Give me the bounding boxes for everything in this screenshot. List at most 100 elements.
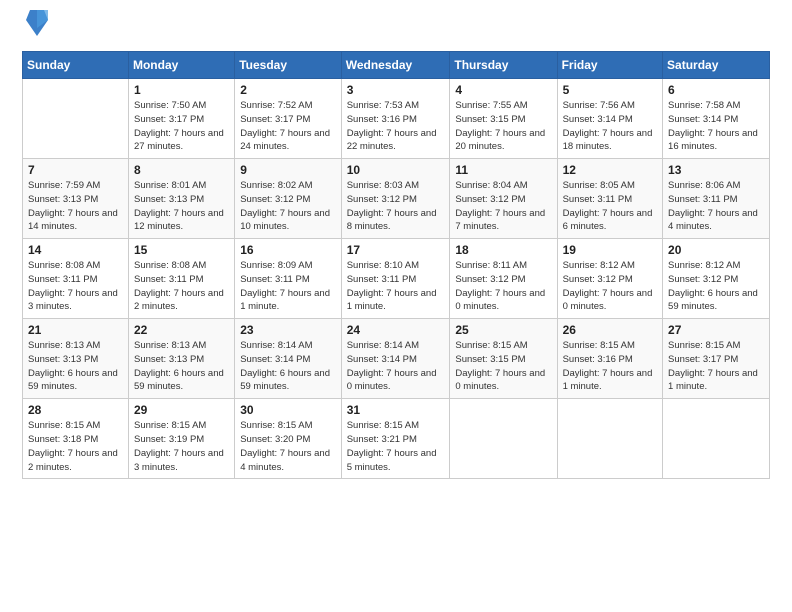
day-number: 8 bbox=[134, 163, 229, 177]
day-cell bbox=[450, 399, 557, 479]
day-number: 29 bbox=[134, 403, 229, 417]
day-number: 10 bbox=[347, 163, 445, 177]
day-number: 22 bbox=[134, 323, 229, 337]
day-cell: 6 Sunrise: 7:58 AM Sunset: 3:14 PM Daylig… bbox=[663, 79, 770, 159]
day-cell: 11 Sunrise: 8:04 AM Sunset: 3:12 PM Dayli… bbox=[450, 159, 557, 239]
day-info: Sunrise: 8:06 AM Sunset: 3:11 PM Dayligh… bbox=[668, 179, 764, 234]
day-number: 6 bbox=[668, 83, 764, 97]
day-info: Sunrise: 7:56 AM Sunset: 3:14 PM Dayligh… bbox=[563, 99, 657, 154]
day-info: Sunrise: 8:14 AM Sunset: 3:14 PM Dayligh… bbox=[240, 339, 336, 394]
day-info: Sunrise: 8:05 AM Sunset: 3:11 PM Dayligh… bbox=[563, 179, 657, 234]
day-number: 7 bbox=[28, 163, 123, 177]
day-info: Sunrise: 7:53 AM Sunset: 3:16 PM Dayligh… bbox=[347, 99, 445, 154]
day-cell bbox=[663, 399, 770, 479]
week-row-3: 14 Sunrise: 8:08 AM Sunset: 3:11 PM Dayli… bbox=[23, 239, 770, 319]
day-number: 20 bbox=[668, 243, 764, 257]
day-cell: 28Sunrise: 8:15 AM Sunset: 3:18 PM Dayli… bbox=[23, 399, 129, 479]
day-number: 5 bbox=[563, 83, 657, 97]
day-number: 30 bbox=[240, 403, 336, 417]
day-number: 2 bbox=[240, 83, 336, 97]
header-monday: Monday bbox=[128, 52, 234, 79]
day-cell: 25Sunrise: 8:15 AM Sunset: 3:15 PM Dayli… bbox=[450, 319, 557, 399]
header bbox=[22, 18, 770, 41]
day-info: Sunrise: 8:15 AM Sunset: 3:17 PM Dayligh… bbox=[668, 339, 764, 394]
day-info: Sunrise: 7:55 AM Sunset: 3:15 PM Dayligh… bbox=[455, 99, 551, 154]
day-number: 4 bbox=[455, 83, 551, 97]
day-cell: 23 Sunrise: 8:14 AM Sunset: 3:14 PM Dayli… bbox=[235, 319, 342, 399]
page: SundayMondayTuesdayWednesdayThursdayFrid… bbox=[0, 0, 792, 612]
day-cell: 19Sunrise: 8:12 AM Sunset: 3:12 PM Dayli… bbox=[557, 239, 662, 319]
day-info: Sunrise: 8:15 AM Sunset: 3:20 PM Dayligh… bbox=[240, 419, 336, 474]
day-cell: 1 Sunrise: 7:50 AM Sunset: 3:17 PM Daylig… bbox=[128, 79, 234, 159]
day-cell: 18 Sunrise: 8:11 AM Sunset: 3:12 PM Dayli… bbox=[450, 239, 557, 319]
day-cell: 5 Sunrise: 7:56 AM Sunset: 3:14 PM Daylig… bbox=[557, 79, 662, 159]
day-info: Sunrise: 8:13 AM Sunset: 3:13 PM Dayligh… bbox=[134, 339, 229, 394]
day-info: Sunrise: 7:50 AM Sunset: 3:17 PM Dayligh… bbox=[134, 99, 229, 154]
day-info: Sunrise: 8:01 AM Sunset: 3:13 PM Dayligh… bbox=[134, 179, 229, 234]
week-row-4: 21 Sunrise: 8:13 AM Sunset: 3:13 PM Dayli… bbox=[23, 319, 770, 399]
day-cell: 10Sunrise: 8:03 AM Sunset: 3:12 PM Dayli… bbox=[341, 159, 450, 239]
day-cell: 26Sunrise: 8:15 AM Sunset: 3:16 PM Dayli… bbox=[557, 319, 662, 399]
logo bbox=[22, 18, 48, 41]
week-row-1: 1 Sunrise: 7:50 AM Sunset: 3:17 PM Daylig… bbox=[23, 79, 770, 159]
day-info: Sunrise: 8:08 AM Sunset: 3:11 PM Dayligh… bbox=[134, 259, 229, 314]
day-cell: 22 Sunrise: 8:13 AM Sunset: 3:13 PM Dayli… bbox=[128, 319, 234, 399]
day-info: Sunrise: 8:12 AM Sunset: 3:12 PM Dayligh… bbox=[668, 259, 764, 314]
day-number: 23 bbox=[240, 323, 336, 337]
day-info: Sunrise: 8:09 AM Sunset: 3:11 PM Dayligh… bbox=[240, 259, 336, 314]
day-number: 18 bbox=[455, 243, 551, 257]
day-cell: 4 Sunrise: 7:55 AM Sunset: 3:15 PM Daylig… bbox=[450, 79, 557, 159]
day-cell: 29 Sunrise: 8:15 AM Sunset: 3:19 PM Dayli… bbox=[128, 399, 234, 479]
day-cell: 14 Sunrise: 8:08 AM Sunset: 3:11 PM Dayli… bbox=[23, 239, 129, 319]
header-sunday: Sunday bbox=[23, 52, 129, 79]
day-info: Sunrise: 8:10 AM Sunset: 3:11 PM Dayligh… bbox=[347, 259, 445, 314]
day-info: Sunrise: 8:11 AM Sunset: 3:12 PM Dayligh… bbox=[455, 259, 551, 314]
day-cell: 2 Sunrise: 7:52 AM Sunset: 3:17 PM Daylig… bbox=[235, 79, 342, 159]
day-number: 14 bbox=[28, 243, 123, 257]
day-info: Sunrise: 8:15 AM Sunset: 3:16 PM Dayligh… bbox=[563, 339, 657, 394]
day-number: 31 bbox=[347, 403, 445, 417]
day-number: 13 bbox=[668, 163, 764, 177]
day-number: 21 bbox=[28, 323, 123, 337]
day-cell: 7Sunrise: 7:59 AM Sunset: 3:13 PM Daylig… bbox=[23, 159, 129, 239]
header-wednesday: Wednesday bbox=[341, 52, 450, 79]
day-cell: 8 Sunrise: 8:01 AM Sunset: 3:13 PM Daylig… bbox=[128, 159, 234, 239]
week-row-2: 7Sunrise: 7:59 AM Sunset: 3:13 PM Daylig… bbox=[23, 159, 770, 239]
day-number: 11 bbox=[455, 163, 551, 177]
day-cell bbox=[557, 399, 662, 479]
day-number: 28 bbox=[28, 403, 123, 417]
day-number: 12 bbox=[563, 163, 657, 177]
day-info: Sunrise: 8:02 AM Sunset: 3:12 PM Dayligh… bbox=[240, 179, 336, 234]
day-info: Sunrise: 8:08 AM Sunset: 3:11 PM Dayligh… bbox=[28, 259, 123, 314]
header-friday: Friday bbox=[557, 52, 662, 79]
day-info: Sunrise: 7:58 AM Sunset: 3:14 PM Dayligh… bbox=[668, 99, 764, 154]
day-info: Sunrise: 8:14 AM Sunset: 3:14 PM Dayligh… bbox=[347, 339, 445, 394]
calendar-header-row: SundayMondayTuesdayWednesdayThursdayFrid… bbox=[23, 52, 770, 79]
day-number: 3 bbox=[347, 83, 445, 97]
day-number: 15 bbox=[134, 243, 229, 257]
day-cell: 9 Sunrise: 8:02 AM Sunset: 3:12 PM Daylig… bbox=[235, 159, 342, 239]
day-number: 27 bbox=[668, 323, 764, 337]
day-cell: 31Sunrise: 8:15 AM Sunset: 3:21 PM Dayli… bbox=[341, 399, 450, 479]
day-cell: 21Sunrise: 8:13 AM Sunset: 3:13 PM Dayli… bbox=[23, 319, 129, 399]
day-number: 17 bbox=[347, 243, 445, 257]
day-info: Sunrise: 7:52 AM Sunset: 3:17 PM Dayligh… bbox=[240, 99, 336, 154]
header-thursday: Thursday bbox=[450, 52, 557, 79]
day-info: Sunrise: 8:15 AM Sunset: 3:15 PM Dayligh… bbox=[455, 339, 551, 394]
day-cell: 13 Sunrise: 8:06 AM Sunset: 3:11 PM Dayli… bbox=[663, 159, 770, 239]
day-number: 1 bbox=[134, 83, 229, 97]
header-saturday: Saturday bbox=[663, 52, 770, 79]
day-info: Sunrise: 8:04 AM Sunset: 3:12 PM Dayligh… bbox=[455, 179, 551, 234]
day-cell bbox=[23, 79, 129, 159]
day-cell: 15 Sunrise: 8:08 AM Sunset: 3:11 PM Dayli… bbox=[128, 239, 234, 319]
day-number: 9 bbox=[240, 163, 336, 177]
day-number: 24 bbox=[347, 323, 445, 337]
logo-icon bbox=[26, 10, 48, 41]
day-info: Sunrise: 8:12 AM Sunset: 3:12 PM Dayligh… bbox=[563, 259, 657, 314]
day-info: Sunrise: 8:15 AM Sunset: 3:19 PM Dayligh… bbox=[134, 419, 229, 474]
day-cell: 3 Sunrise: 7:53 AM Sunset: 3:16 PM Daylig… bbox=[341, 79, 450, 159]
day-cell: 24 Sunrise: 8:14 AM Sunset: 3:14 PM Dayli… bbox=[341, 319, 450, 399]
header-tuesday: Tuesday bbox=[235, 52, 342, 79]
day-cell: 27 Sunrise: 8:15 AM Sunset: 3:17 PM Dayli… bbox=[663, 319, 770, 399]
calendar-table: SundayMondayTuesdayWednesdayThursdayFrid… bbox=[22, 51, 770, 479]
